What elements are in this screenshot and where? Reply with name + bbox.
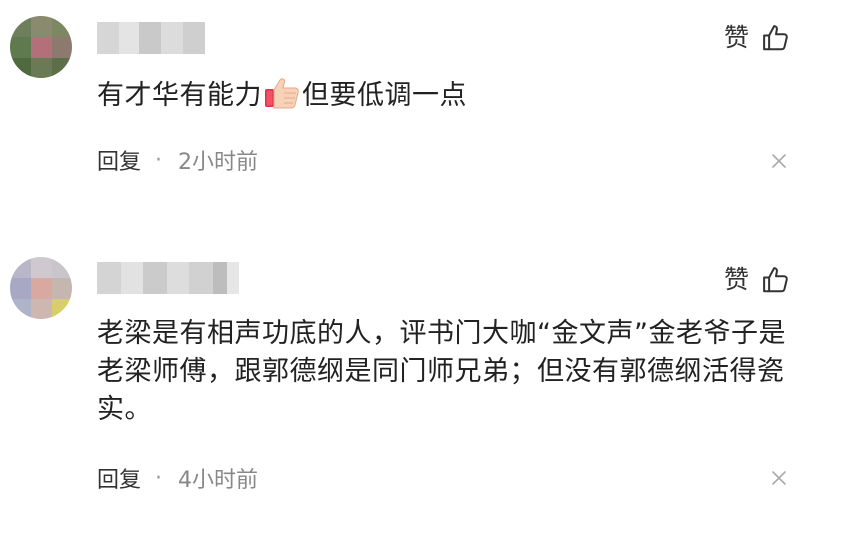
timestamp: 4小时前	[178, 468, 259, 493]
thumbs-up-emoji	[265, 78, 299, 109]
thumbs-up-icon	[763, 267, 788, 293]
comment-text: 有才华有能力 但要低调一点	[97, 76, 807, 115]
thumbs-up-icon	[763, 25, 788, 51]
close-icon[interactable]	[770, 469, 788, 487]
like-label: 赞	[723, 23, 749, 52]
username[interactable]	[97, 22, 205, 54]
reply-button[interactable]: 回复	[97, 462, 141, 494]
comment-text-part: 但要低调一点	[302, 80, 467, 111]
comment-item: 赞 有才华有能力 但要低调一点 回复 · 2小时前	[0, 0, 843, 240]
like-label: 赞	[723, 265, 749, 294]
close-icon[interactable]	[770, 152, 788, 170]
avatar[interactable]	[10, 16, 72, 78]
like-button[interactable]: 赞	[724, 262, 791, 298]
separator-dot: ·	[155, 465, 163, 491]
timestamp: 2小时前	[178, 150, 259, 175]
username[interactable]	[97, 262, 239, 294]
comment-meta: 回复 · 4小时前	[97, 462, 258, 494]
reply-button[interactable]: 回复	[97, 144, 141, 176]
comment-text: 老梁是有相声功底的人，评书门大咖“金文声”金老爷子是老梁师傅，跟郭德纲是同门师兄…	[97, 318, 786, 425]
like-button[interactable]: 赞	[724, 20, 791, 56]
separator-dot: ·	[155, 147, 163, 173]
comment-item: 赞 老梁是有相声功底的人，评书门大咖“金文声”金老爷子是老梁师傅，跟郭德纲是同门…	[0, 240, 843, 541]
comment-meta: 回复 · 2小时前	[97, 144, 258, 176]
comment-text-part: 有才华有能力	[97, 80, 262, 111]
avatar[interactable]	[10, 257, 72, 319]
